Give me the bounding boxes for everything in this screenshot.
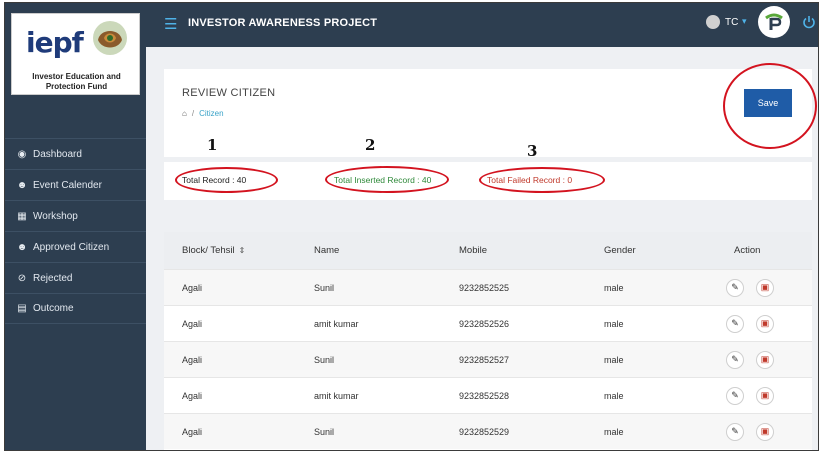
cell-block: Agali: [182, 282, 203, 293]
cell-actions: ✎ ▣: [714, 350, 812, 369]
cell-actions: ✎ ▣: [714, 314, 812, 333]
cell-gender: male: [604, 390, 624, 401]
users-icon: ☻: [16, 179, 28, 191]
sidebar-item-event-calender[interactable]: ☻ Event Calender: [5, 169, 146, 200]
hamburger-menu-icon[interactable]: ☰: [164, 15, 177, 33]
sidebar-item-label: Rejected: [33, 272, 73, 284]
delete-trash-icon[interactable]: ▣: [756, 314, 774, 333]
table-row: Agali amit kumar 9232852526 male ✎ ▣: [164, 305, 812, 341]
brand-logo: [758, 6, 790, 38]
sidebar-item-label: Dashboard: [33, 148, 82, 160]
delete-trash-icon[interactable]: ▣: [756, 386, 774, 405]
cell-actions: ✎ ▣: [714, 278, 812, 297]
cell-gender: male: [604, 318, 624, 329]
page-title: REVIEW CITIZEN: [182, 87, 276, 99]
table-header: Block/ Tehsil ⇕ Name Mobile Gender Action: [164, 232, 812, 269]
citizen-table: Block/ Tehsil ⇕ Name Mobile Gender Action…: [164, 232, 812, 450]
column-header-block-tehsil[interactable]: Block/ Tehsil ⇕: [164, 245, 314, 256]
annotation-ellipse-failed: [479, 167, 605, 193]
brand-logo-icon: [765, 13, 783, 30]
sidebar-item-label: Event Calender: [33, 179, 102, 191]
annotation-ellipse-total: [175, 167, 278, 193]
annotation-number-2: 2: [365, 136, 376, 154]
column-header-mobile: Mobile: [459, 245, 487, 256]
user-avatar[interactable]: [706, 15, 720, 29]
cell-block: Agali: [182, 318, 203, 329]
cell-block: Agali: [182, 354, 203, 365]
sidebar-item-dashboard[interactable]: ◉ Dashboard: [5, 138, 146, 169]
app-window: iepf Investor Education and Protection F…: [4, 2, 819, 451]
cell-name: Sunil: [314, 354, 335, 365]
table-row: Agali Sunil 9232852529 male ✎ ▣: [164, 413, 812, 449]
delete-trash-icon[interactable]: ▣: [756, 422, 774, 441]
home-icon[interactable]: ⌂: [182, 109, 187, 118]
annotation-ellipse-inserted: [325, 166, 449, 193]
sidebar-item-label: Approved Citizen: [33, 241, 110, 253]
annotation-number-1: 1: [207, 136, 218, 154]
cell-name: Sunil: [314, 426, 335, 437]
document-icon: ▦: [17, 210, 27, 222]
cell-mobile: 9232852526: [459, 318, 510, 329]
sidebar-item-workshop[interactable]: ▦ Workshop: [5, 200, 146, 231]
edit-pencil-icon[interactable]: ✎: [726, 350, 744, 369]
cell-actions: ✎ ▣: [714, 386, 812, 405]
cell-block: Agali: [182, 426, 203, 437]
cell-name: Sunil: [314, 282, 335, 293]
sidebar: iepf Investor Education and Protection F…: [5, 3, 146, 450]
topbar: ☰ INVESTOR AWARENESS PROJECT TC ▾: [146, 3, 818, 47]
annotation-ellipse-save: [723, 63, 817, 149]
sidebar-item-outcome[interactable]: ▤ Outcome: [5, 293, 146, 324]
breadcrumb-citizen[interactable]: Citizen: [199, 109, 223, 118]
cell-mobile: 9232852527: [459, 354, 510, 365]
list-icon: ▤: [17, 303, 27, 314]
main-content: REVIEW CITIZEN ⌂ / Citizen Save Total Re…: [146, 47, 818, 450]
sidebar-nav: ◉ Dashboard ☻ Event Calender ▦ Workshop …: [5, 138, 146, 324]
cell-mobile: 9232852528: [459, 390, 510, 401]
dashboard-icon: ◉: [17, 148, 27, 160]
edit-pencil-icon[interactable]: ✎: [726, 278, 744, 297]
table-row: Agali amit kumar 9232852528 male ✎ ▣: [164, 377, 812, 413]
iepf-logo: iepf Investor Education and Protection F…: [11, 13, 140, 95]
cell-gender: male: [604, 426, 624, 437]
delete-trash-icon[interactable]: ▣: [756, 350, 774, 369]
edit-pencil-icon[interactable]: ✎: [726, 386, 744, 405]
column-header-name: Name: [314, 245, 340, 256]
edit-pencil-icon[interactable]: ✎: [726, 314, 744, 333]
sidebar-item-approved-citizen[interactable]: ☻ Approved Citizen: [5, 231, 146, 262]
cell-actions: ✎ ▣: [714, 422, 812, 441]
table-row: Agali Sunil 9232852527 male ✎ ▣: [164, 341, 812, 377]
cell-name: amit kumar: [314, 318, 359, 329]
edit-pencil-icon[interactable]: ✎: [726, 422, 744, 441]
sidebar-item-rejected[interactable]: ⊘ Rejected: [5, 262, 146, 293]
emblem-icon: [93, 21, 127, 55]
delete-trash-icon[interactable]: ▣: [756, 278, 774, 297]
column-header-label: Block/ Tehsil: [182, 245, 235, 256]
cell-mobile: 9232852525: [459, 282, 510, 293]
sidebar-item-label: Outcome: [33, 303, 74, 314]
cell-name: amit kumar: [314, 390, 359, 401]
power-icon[interactable]: [802, 15, 816, 29]
logo-text: iepf: [26, 26, 84, 59]
cell-mobile: 9232852529: [459, 426, 510, 437]
logo-caption: Investor Education and Protection Fund: [32, 72, 121, 91]
caret-down-icon[interactable]: ▾: [742, 16, 747, 27]
user-menu[interactable]: TC: [725, 17, 738, 28]
column-header-action: Action: [734, 245, 761, 256]
cell-block: Agali: [182, 390, 203, 401]
table-row: Agali Sunil 9232852525 male ✎ ▣: [164, 269, 812, 305]
breadcrumb: ⌂ / Citizen: [182, 109, 224, 118]
cell-gender: male: [604, 354, 624, 365]
breadcrumb-separator: /: [191, 109, 195, 118]
column-header-gender: Gender: [604, 245, 636, 256]
annotation-number-3: 3: [527, 142, 538, 160]
users-icon: ☻: [16, 241, 28, 253]
app-title: INVESTOR AWARENESS PROJECT: [188, 17, 378, 29]
page-header-card: REVIEW CITIZEN ⌂ / Citizen Save: [164, 69, 812, 157]
ban-icon: ⊘: [17, 272, 27, 284]
cell-gender: male: [604, 282, 624, 293]
sort-icon[interactable]: ⇕: [239, 246, 246, 255]
sidebar-item-label: Workshop: [33, 210, 78, 222]
